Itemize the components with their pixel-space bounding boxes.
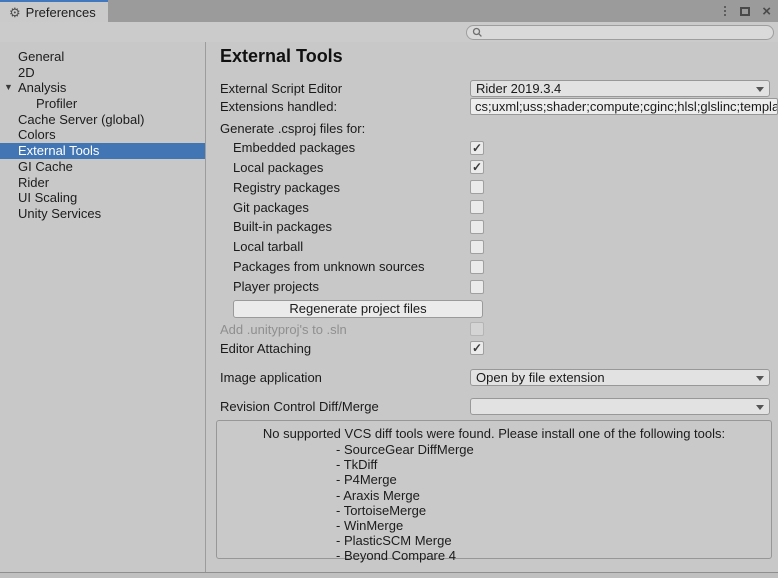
sidebar-item-unity-services[interactable]: Unity Services bbox=[0, 206, 205, 222]
vcs-notice-message: No supported VCS diff tools were found. … bbox=[217, 426, 771, 441]
vcs-tool-item: - P4Merge bbox=[336, 472, 771, 487]
vcs-tool-item: - WinMerge bbox=[336, 518, 771, 533]
packages-from-unknown-sources-checkbox[interactable] bbox=[470, 260, 484, 274]
gear-icon: ⚙ bbox=[9, 6, 21, 19]
search-input[interactable] bbox=[466, 25, 774, 40]
kebab-menu-icon[interactable] bbox=[724, 6, 726, 16]
extensions-handled-label: Extensions handled: bbox=[220, 99, 337, 115]
sidebar-item-label: 2D bbox=[18, 65, 35, 80]
image-application-label: Image application bbox=[220, 370, 322, 386]
checkbox-row: Local packages ✓ bbox=[207, 158, 778, 178]
tab-title: Preferences bbox=[26, 5, 96, 20]
add-unityproj-label: Add .unityproj's to .sln bbox=[220, 322, 347, 338]
add-unityproj-checkbox bbox=[470, 322, 484, 336]
vcs-tool-item: - SourceGear DiffMerge bbox=[336, 442, 771, 457]
sidebar-item-label: General bbox=[18, 49, 64, 64]
sidebar-item-label: Unity Services bbox=[18, 206, 101, 221]
search-icon bbox=[472, 27, 483, 38]
preferences-window: ⚙ Preferences × General 2D ▼ Analysis bbox=[0, 0, 778, 578]
vcs-tool-item: - TkDiff bbox=[336, 457, 771, 472]
footer-strip bbox=[0, 572, 778, 578]
registry-packages-checkbox[interactable] bbox=[470, 180, 484, 194]
vcs-tools-list: - SourceGear DiffMerge- TkDiff- P4Merge-… bbox=[336, 442, 771, 564]
maximize-icon[interactable] bbox=[740, 7, 750, 16]
sidebar-item-label: Colors bbox=[18, 127, 56, 142]
checkbox-label: Player projects bbox=[233, 279, 319, 295]
sidebar-item-ui-scaling[interactable]: UI Scaling bbox=[0, 190, 205, 206]
image-application-dropdown[interactable]: Open by file extension bbox=[470, 369, 770, 386]
checkbox-row: Git packages bbox=[207, 198, 778, 218]
chevron-down-icon bbox=[756, 87, 764, 92]
sidebar-item-label: GI Cache bbox=[18, 159, 73, 174]
local-tarball-checkbox[interactable] bbox=[470, 240, 484, 254]
vcs-notice-box: No supported VCS diff tools were found. … bbox=[216, 420, 772, 559]
sidebar-item-gi-cache[interactable]: GI Cache bbox=[0, 159, 205, 175]
checkbox-label: Embedded packages bbox=[233, 140, 355, 156]
sidebar-item-analysis[interactable]: ▼ Analysis bbox=[0, 80, 205, 96]
toolbar bbox=[0, 22, 778, 42]
checkbox-row: Player projects bbox=[207, 277, 778, 297]
checkbox-label: Local packages bbox=[233, 160, 323, 176]
chevron-down-icon bbox=[756, 405, 764, 410]
sidebar-item-label: UI Scaling bbox=[18, 190, 77, 205]
foldout-triangle-icon[interactable]: ▼ bbox=[4, 80, 13, 96]
extensions-handled-input[interactable]: cs;uxml;uss;shader;compute;cginc;hlsl;gl… bbox=[470, 98, 778, 115]
window-controls: × bbox=[724, 0, 778, 22]
checkbox-row: Local tarball bbox=[207, 237, 778, 257]
local-packages-checkbox[interactable]: ✓ bbox=[470, 160, 484, 174]
sidebar-item-cache-server-global[interactable]: Cache Server (global) bbox=[0, 112, 205, 128]
sidebar-item-label: Cache Server (global) bbox=[18, 112, 144, 127]
vcs-tool-item: - TortoiseMerge bbox=[336, 503, 771, 518]
generate-csproj-label: Generate .csproj files for: bbox=[220, 121, 365, 137]
sidebar-item-profiler[interactable]: Profiler bbox=[0, 96, 205, 112]
regenerate-project-files-button[interactable]: Regenerate project files bbox=[233, 300, 483, 318]
checkbox-row: Embedded packages ✓ bbox=[207, 138, 778, 158]
sidebar: General 2D ▼ Analysis Profiler Cache Ser… bbox=[0, 42, 206, 572]
external-script-editor-label: External Script Editor bbox=[220, 81, 342, 97]
image-application-value: Open by file extension bbox=[476, 370, 605, 385]
sidebar-item-general[interactable]: General bbox=[0, 49, 205, 65]
git-packages-checkbox[interactable] bbox=[470, 200, 484, 214]
csproj-checkbox-list: Embedded packages ✓ Local packages ✓ Reg… bbox=[207, 138, 778, 297]
sidebar-item-label: External Tools bbox=[18, 143, 99, 158]
revision-control-dropdown[interactable] bbox=[470, 398, 770, 415]
editor-attaching-label: Editor Attaching bbox=[220, 341, 311, 357]
embedded-packages-checkbox[interactable]: ✓ bbox=[470, 141, 484, 155]
sidebar-item-label: Rider bbox=[18, 175, 49, 190]
built-in-packages-checkbox[interactable] bbox=[470, 220, 484, 234]
tab-preferences[interactable]: ⚙ Preferences bbox=[0, 0, 108, 22]
checkbox-label: Git packages bbox=[233, 200, 309, 216]
checkbox-row: Built-in packages bbox=[207, 217, 778, 237]
checkbox-row: Registry packages bbox=[207, 178, 778, 198]
close-icon[interactable]: × bbox=[762, 4, 771, 19]
sidebar-item-2d[interactable]: 2D bbox=[0, 65, 205, 81]
sidebar-item-label: Profiler bbox=[36, 96, 77, 111]
vcs-tool-item: - PlasticSCM Merge bbox=[336, 533, 771, 548]
player-projects-checkbox[interactable] bbox=[470, 280, 484, 294]
vcs-tool-item: - Araxis Merge bbox=[336, 488, 771, 503]
external-script-editor-dropdown[interactable]: Rider 2019.3.4 bbox=[470, 80, 770, 97]
vcs-tool-item: - Beyond Compare 4 bbox=[336, 548, 771, 563]
checkbox-row: Packages from unknown sources bbox=[207, 257, 778, 277]
titlebar: ⚙ Preferences × bbox=[0, 0, 778, 22]
chevron-down-icon bbox=[756, 376, 764, 381]
editor-attaching-checkbox[interactable]: ✓ bbox=[470, 341, 484, 355]
revision-control-label: Revision Control Diff/Merge bbox=[220, 399, 379, 415]
external-script-editor-value: Rider 2019.3.4 bbox=[476, 81, 561, 96]
checkbox-label: Built-in packages bbox=[233, 219, 332, 235]
sidebar-item-external-tools[interactable]: External Tools bbox=[0, 143, 205, 159]
page-title: External Tools bbox=[220, 46, 343, 67]
checkbox-label: Packages from unknown sources bbox=[233, 259, 424, 275]
checkbox-label: Local tarball bbox=[233, 239, 303, 255]
sidebar-item-label: Analysis bbox=[18, 80, 66, 95]
sidebar-item-rider[interactable]: Rider bbox=[0, 175, 205, 191]
checkbox-label: Registry packages bbox=[233, 180, 340, 196]
sidebar-item-colors[interactable]: Colors bbox=[0, 127, 205, 143]
main-panel: External Tools External Script Editor Ri… bbox=[207, 42, 778, 572]
